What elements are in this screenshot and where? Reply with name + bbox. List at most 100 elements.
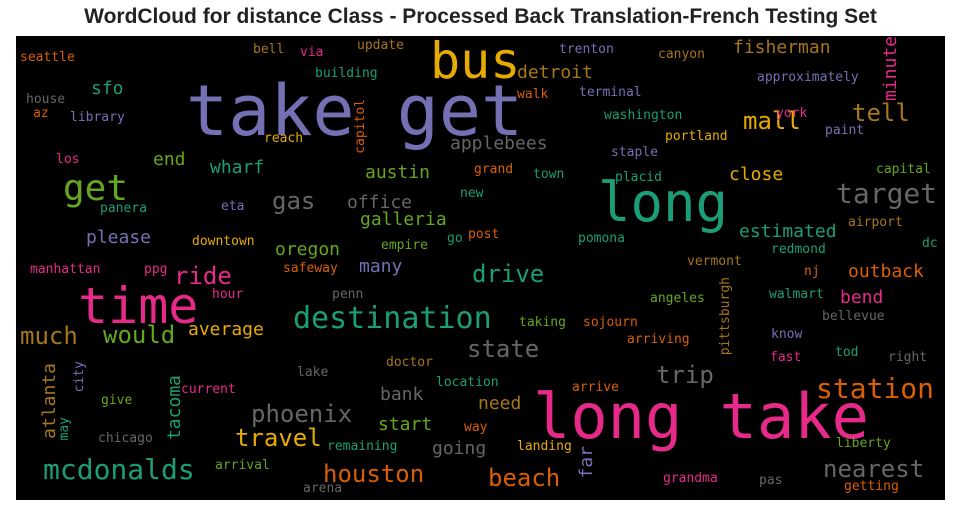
word-destination: destination [293, 301, 492, 336]
word-pas: pas [759, 473, 783, 488]
word-empire: empire [381, 238, 428, 253]
word-dc: dc [922, 236, 938, 251]
word-estimated: estimated [739, 221, 837, 242]
word-capitol: capitol [353, 99, 368, 154]
word-pittsburgh: pittsburgh [718, 277, 733, 356]
word-via: via [300, 45, 324, 60]
word-average: average [188, 319, 264, 340]
word-arrive: arrive [572, 380, 619, 395]
word-would: would [103, 321, 176, 349]
word-start: start [378, 414, 433, 435]
word-sojourn: sojourn [583, 315, 638, 330]
word-detroit: detroit [517, 62, 593, 83]
word-arrival: arrival [215, 458, 270, 473]
word-many: many [359, 256, 403, 277]
word-trip: trip [656, 361, 714, 389]
word-library: library [70, 110, 125, 125]
word-canyon: canyon [658, 47, 705, 62]
word-reach: reach [264, 131, 304, 146]
word-current: current [181, 382, 236, 397]
word-downtown: downtown [192, 234, 255, 249]
word-chicago: chicago [98, 431, 153, 446]
word-station: station [816, 372, 935, 405]
word-az: az [33, 106, 49, 121]
word-grand: grand [474, 162, 514, 177]
word-cloud-canvas: take get long take long time bus get destinati… [16, 36, 945, 500]
word-minute: minute [880, 36, 901, 102]
word-staple: staple [611, 145, 658, 160]
word-safeway: safeway [283, 261, 338, 276]
word-arriving: arriving [627, 332, 690, 347]
word-mcdonalds: mcdonalds [43, 453, 195, 486]
word-drive: drive [472, 260, 545, 288]
word-grandma: grandma [663, 471, 718, 486]
chart-title: WordCloud for distance Class - Processed… [84, 5, 877, 28]
word-seattle: seattle [20, 50, 75, 65]
word-may: may [57, 417, 72, 441]
word-tell: tell [852, 99, 910, 127]
word-lake: lake [297, 365, 329, 380]
word-landing: landing [517, 439, 572, 454]
word-going: going [432, 438, 487, 459]
word-redmond: redmond [771, 242, 826, 257]
word-fisherman: fisherman [733, 37, 831, 58]
word-gas: gas [272, 187, 316, 215]
word-hour: hour [212, 287, 244, 302]
word-state: state [467, 335, 540, 363]
word-far: far [576, 446, 597, 479]
word-remaining: remaining [327, 439, 398, 454]
word-taking: taking [519, 315, 566, 330]
word-town: town [533, 167, 565, 182]
word-outback: outback [848, 261, 924, 282]
word-much: much [20, 322, 78, 350]
word-give: give [101, 393, 133, 408]
word-beach: beach [488, 464, 561, 492]
word-city: city [72, 361, 87, 393]
word-building: building [315, 66, 378, 81]
word-post: post [468, 227, 500, 242]
word-tod: tod [835, 345, 859, 360]
word-wharf: wharf [210, 157, 265, 178]
word-close: close [729, 164, 784, 185]
word-angeles: angeles [650, 291, 705, 306]
word-vermont: vermont [687, 254, 742, 269]
word-bellevue: bellevue [822, 309, 885, 324]
word-capital: capital [876, 162, 931, 177]
word-galleria: galleria [360, 209, 447, 230]
word-airport: airport [848, 215, 903, 230]
word-bus: bus [430, 36, 521, 90]
word-pomona: pomona [578, 231, 625, 246]
word-trenton: trenton [559, 42, 614, 57]
word-bank: bank [380, 384, 424, 405]
word-placid: placid [615, 170, 662, 185]
word-bell: bell [253, 42, 285, 57]
word-way: way [464, 420, 488, 435]
word-eta: eta [221, 199, 245, 214]
word-washington: washington [604, 108, 683, 123]
word-please: please [86, 227, 152, 248]
word-panera: panera [100, 201, 147, 216]
word-fast: fast [770, 350, 802, 365]
word-walk: walk [517, 87, 549, 102]
word-walmart: walmart [769, 287, 824, 302]
word-approximately: approximately [757, 70, 859, 85]
word-portland: portland [665, 129, 728, 144]
word-target: target [836, 177, 938, 210]
word-need: need [478, 393, 522, 414]
word-right: right [888, 350, 928, 365]
word-go: go [447, 231, 463, 246]
word-penn: penn [332, 287, 364, 302]
word-phoenix: phoenix [251, 400, 353, 428]
word-applebees: applebees [450, 133, 548, 154]
word-manhattan: manhattan [30, 262, 101, 277]
word-update: update [357, 38, 404, 53]
word-ppg: ppg [144, 262, 168, 277]
word-getting: getting [844, 479, 899, 494]
word-austin: austin [365, 162, 431, 183]
word-york: york [776, 106, 808, 121]
word-oregon: oregon [275, 239, 341, 260]
word-sfo: sfo [91, 78, 124, 99]
word-liberty: liberty [836, 436, 891, 451]
word-travel: travel [235, 424, 322, 452]
word-new: new [460, 186, 484, 201]
